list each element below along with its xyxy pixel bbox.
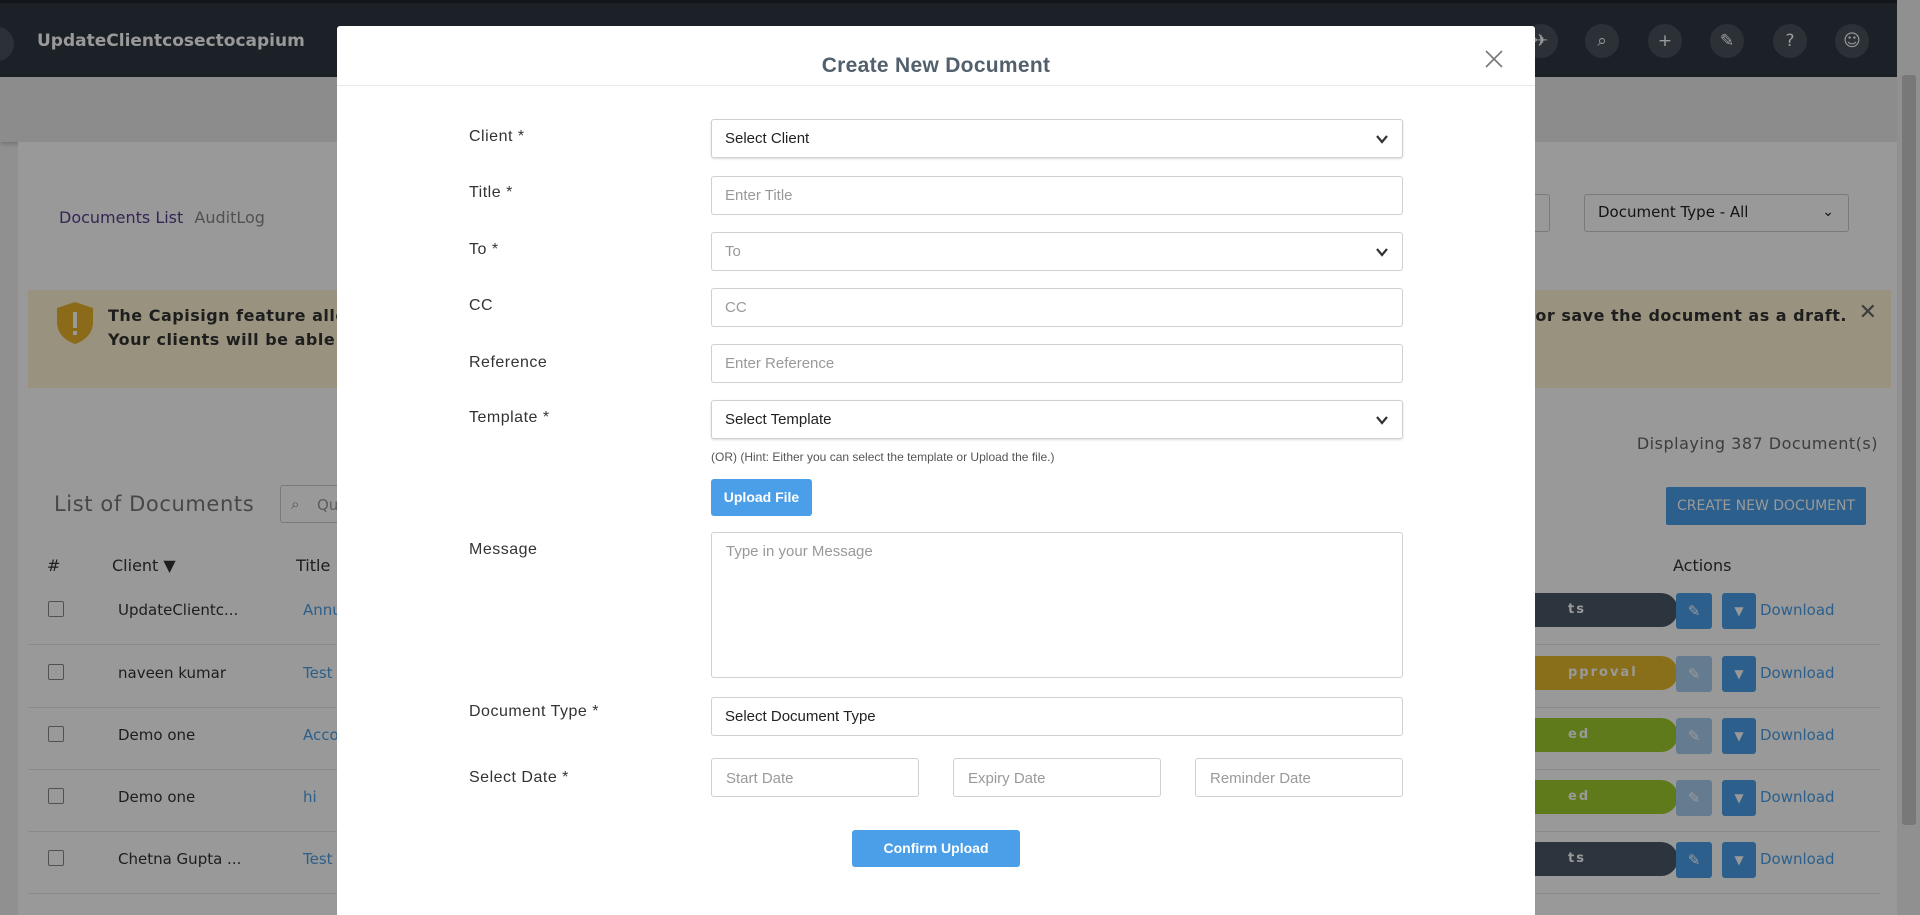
template-hint: (OR) (Hint: Either you can select the te…: [711, 450, 1055, 464]
start-date-placeholder: Start Date: [726, 770, 794, 787]
reference-label: Reference: [469, 354, 548, 371]
cc-placeholder: CC: [725, 299, 747, 316]
client-select[interactable]: Select Client: [711, 119, 1403, 158]
document-type-select[interactable]: Select Document Type: [711, 697, 1403, 736]
upload-file-button[interactable]: Upload File: [711, 479, 812, 516]
chevron-down-icon: [1376, 135, 1388, 144]
chevron-down-icon: [1376, 248, 1388, 257]
template-select-value: Select Template: [725, 411, 832, 428]
reminder-date-placeholder: Reminder Date: [1210, 770, 1311, 787]
confirm-upload-button[interactable]: Confirm Upload: [852, 830, 1020, 867]
cc-input[interactable]: CC: [711, 288, 1403, 327]
to-select[interactable]: To: [711, 232, 1403, 271]
document-type-label: Document Type *: [469, 703, 599, 720]
message-label: Message: [469, 541, 538, 558]
expiry-date-input[interactable]: Expiry Date: [953, 758, 1161, 797]
reminder-date-input[interactable]: Reminder Date: [1195, 758, 1403, 797]
title-input[interactable]: Enter Title: [711, 176, 1403, 215]
expiry-date-placeholder: Expiry Date: [968, 770, 1046, 787]
client-label: Client *: [469, 128, 525, 145]
title-label: Title *: [469, 184, 513, 201]
client-select-value: Select Client: [725, 130, 810, 147]
message-placeholder: Type in your Message: [726, 543, 873, 560]
select-date-label: Select Date *: [469, 769, 569, 786]
message-textarea[interactable]: Type in your Message: [711, 532, 1403, 678]
close-icon[interactable]: [1483, 48, 1505, 70]
template-label: Template *: [469, 409, 550, 426]
reference-placeholder: Enter Reference: [725, 355, 835, 372]
modal-header: Create New Document: [337, 26, 1535, 86]
cc-label: CC: [469, 297, 494, 314]
template-select[interactable]: Select Template: [711, 400, 1403, 439]
create-document-modal: Create New Document Client * Select Clie…: [337, 26, 1535, 915]
reference-input[interactable]: Enter Reference: [711, 344, 1403, 383]
to-label: To *: [469, 241, 499, 258]
document-type-value: Select Document Type: [725, 708, 876, 725]
start-date-input[interactable]: Start Date: [711, 758, 919, 797]
title-placeholder: Enter Title: [725, 187, 793, 204]
modal-title: Create New Document: [821, 54, 1051, 77]
chevron-down-icon: [1376, 416, 1388, 425]
to-placeholder: To: [725, 243, 741, 260]
